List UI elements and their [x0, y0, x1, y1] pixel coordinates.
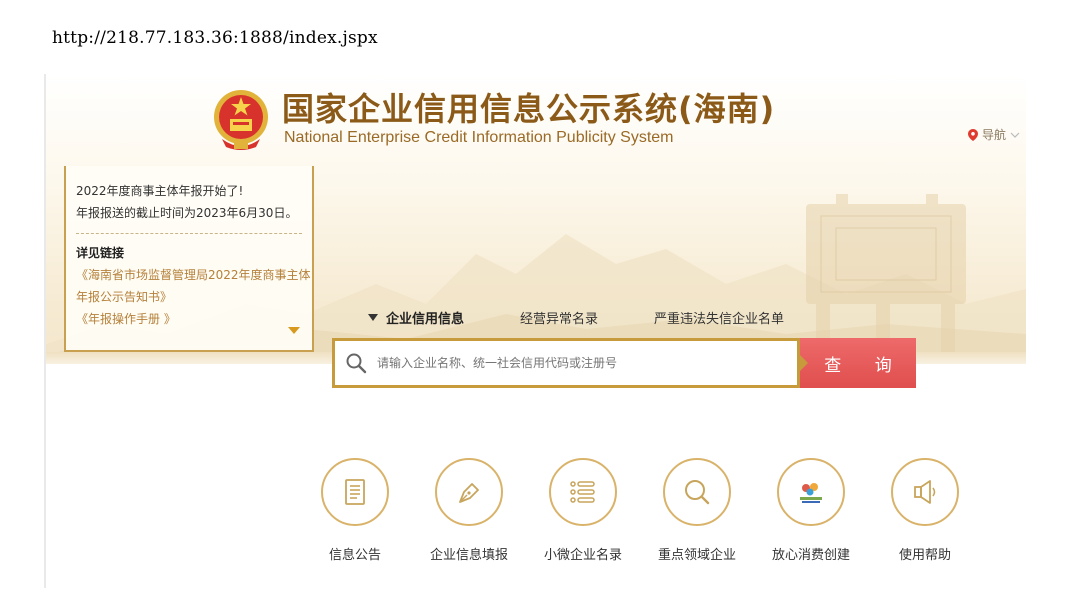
notice-link-manual[interactable]: 《年报操作手册 》 [76, 308, 302, 330]
tab-enterprise-credit-info[interactable]: 企业信用信息 [368, 308, 464, 327]
site-subtitle: National Enterprise Credit Information P… [284, 129, 674, 146]
address-bar-url[interactable]: http://218.77.183.36:1888/index.jspx [52, 28, 378, 48]
quick-link-consumer-confidence[interactable]: 放心消费创建 [754, 458, 868, 563]
site-header: 国家企业信用信息公示系统(海南) National Enterprise Cre… [212, 84, 775, 154]
quick-link-circle [891, 458, 959, 526]
page: 国家企业信用信息公示系统(海南) National Enterprise Cre… [46, 74, 1026, 594]
tab-abnormal-operations[interactable]: 经营异常名录 [520, 308, 598, 327]
national-emblem-icon [214, 90, 268, 150]
expand-arrow-icon[interactable] [288, 327, 300, 334]
quick-link-help[interactable]: 使用帮助 [868, 458, 982, 563]
search-field-notch [800, 355, 808, 371]
quick-link-label: 企业信息填报 [429, 548, 508, 563]
quick-link-label: 信息公告 [328, 548, 381, 563]
quick-link-circle [549, 458, 617, 526]
notice-details-heading: 详见链接 [76, 246, 125, 260]
search-tabs: 企业信用信息 经营异常名录 严重违法失信企业名单 [368, 308, 840, 327]
quick-links: 信息公告 企业信息填报 小微企业名录 重点领域企业 放心消费创建 使用帮助 [298, 458, 982, 563]
search-bar: 查 询 [332, 338, 916, 388]
notice-divider [76, 233, 302, 234]
nav-label: 导航 [982, 128, 1007, 142]
quick-link-label: 重点领域企业 [657, 548, 736, 563]
list-icon [570, 481, 595, 503]
caret-down-icon [368, 314, 378, 321]
nav-menu-button[interactable]: 导航 [968, 126, 1020, 143]
quick-link-circle [321, 458, 389, 526]
notice-line-1: 2022年度商事主体年报开始了! [76, 184, 244, 198]
quick-link-info-announcements[interactable]: 信息公告 [298, 458, 412, 563]
location-pin-icon [968, 128, 978, 141]
quick-link-label: 放心消费创建 [771, 548, 850, 563]
quick-link-key-sector-enterprises[interactable]: 重点领域企业 [640, 458, 754, 563]
quick-link-circle [663, 458, 731, 526]
announcement-panel: 2022年度商事主体年报开始了! 年报报送的截止时间为2023年6月30日。 详… [64, 166, 314, 352]
quick-link-label: 使用帮助 [898, 548, 951, 563]
search-input[interactable] [375, 355, 779, 371]
quick-link-circle [777, 458, 845, 526]
speaker-icon [914, 480, 936, 504]
pen-icon [459, 483, 479, 503]
magnifier-icon [685, 480, 710, 505]
notice-link-announcement-line-2[interactable]: 年报公示告知书》 [76, 286, 302, 308]
quick-link-label: 小微企业名录 [543, 548, 622, 563]
notice-line-2: 年报报送的截止时间为2023年6月30日。 [76, 206, 298, 220]
consumer-logo-icon [800, 483, 822, 503]
tab-label: 企业信用信息 [386, 312, 465, 327]
search-field [335, 341, 797, 385]
document-icon [345, 479, 365, 505]
site-title: 国家企业信用信息公示系统(海南) [282, 90, 776, 128]
chevron-down-icon [1010, 132, 1020, 138]
search-field-frame [332, 338, 808, 388]
tab-label: 严重违法失信企业名单 [654, 312, 785, 327]
quick-link-circle [435, 458, 503, 526]
search-button[interactable]: 查 询 [800, 338, 916, 388]
notice-link-announcement-line-1[interactable]: 《海南省市场监督管理局2022年度商事主体 [76, 264, 311, 286]
quick-link-micro-enterprise-list[interactable]: 小微企业名录 [526, 458, 640, 563]
quick-link-enterprise-filing[interactable]: 企业信息填报 [412, 458, 526, 563]
tab-label: 经营异常名录 [520, 312, 599, 327]
search-icon [346, 353, 367, 374]
tab-serious-violations[interactable]: 严重违法失信企业名单 [654, 308, 784, 327]
